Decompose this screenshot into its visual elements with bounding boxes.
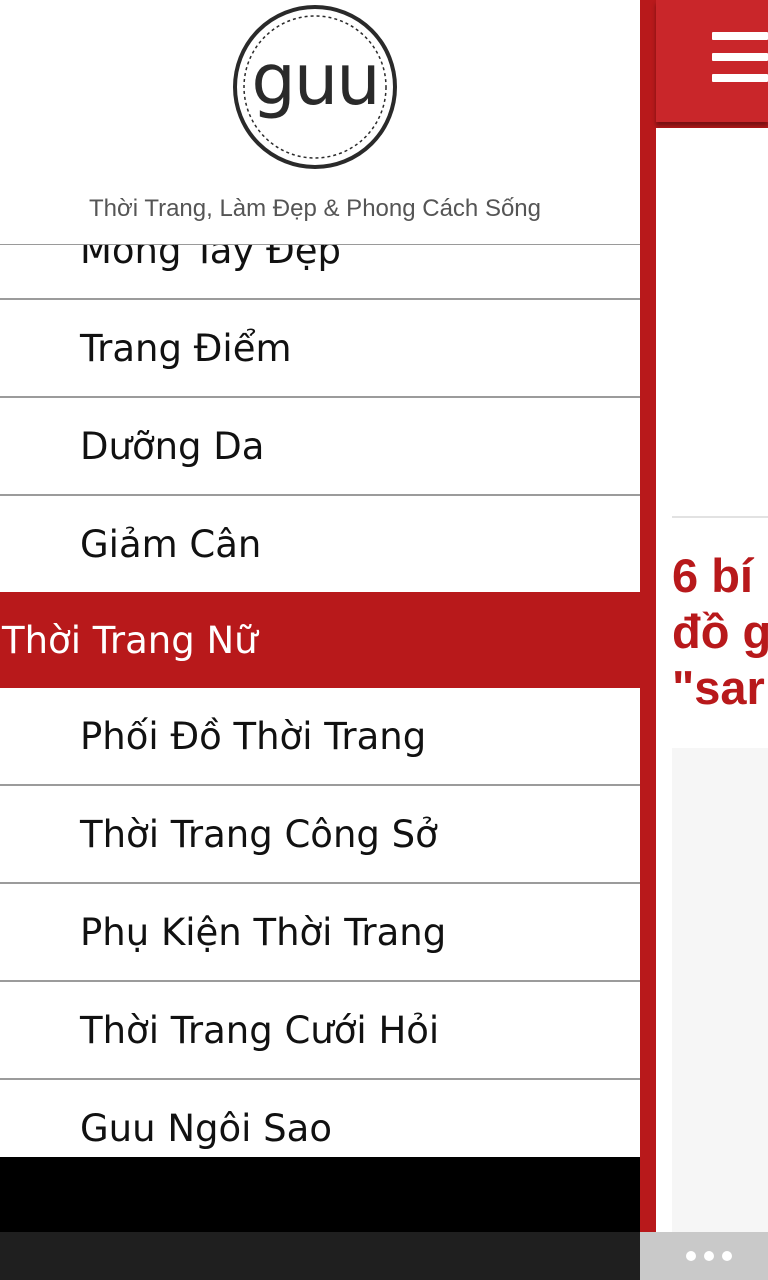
- navigation-drawer: guu Thời Trang, Làm Đẹp & Phong Cách Sốn…: [0, 0, 640, 1232]
- menu-item-label: Guu Ngôi Sao: [80, 1106, 332, 1150]
- menu-item-label: Giảm Cân: [80, 522, 262, 566]
- drawer-header: guu Thời Trang, Làm Đẹp & Phong Cách Sốn…: [0, 0, 640, 245]
- article-title-line-3: "sar: [672, 661, 765, 714]
- content-body: 6 bí đồ g "sar: [656, 128, 768, 1232]
- menu-item-label: Phối Đồ Thời Trang: [80, 714, 427, 758]
- menu-item-label: Thời Trang Cưới Hỏi: [80, 1008, 440, 1052]
- article-title-line-1: 6 bí: [672, 549, 753, 602]
- guu-logo[interactable]: guu: [232, 4, 398, 170]
- content-divider: [672, 516, 768, 518]
- content-panel: 6 bí đồ g "sar: [640, 0, 768, 1232]
- menu-item-giam-can[interactable]: Giảm Cân: [0, 496, 640, 594]
- drawer-footer: [0, 1157, 640, 1232]
- menu-item-phu-kien-thoi-trang[interactable]: Phụ Kiện Thời Trang: [0, 884, 640, 982]
- menu-item-trang-diem[interactable]: Trang Điểm: [0, 300, 640, 398]
- menu-category-thoi-trang-nu[interactable]: Thời Trang Nữ: [0, 592, 640, 688]
- logo-text: guu: [251, 39, 378, 121]
- article-title-line-2: đồ g: [672, 605, 768, 658]
- app-bar: [0, 1232, 768, 1280]
- menu-item-label: Trang Điểm: [80, 326, 292, 370]
- article-title[interactable]: 6 bí đồ g "sar: [672, 548, 768, 716]
- menu-item-label: Thời Trang Công Sở: [80, 812, 438, 856]
- content-header: [656, 0, 768, 122]
- menu-item-phoi-do-thoi-trang[interactable]: Phối Đồ Thời Trang: [0, 688, 640, 786]
- menu-item-label: Dưỡng Da: [80, 424, 265, 468]
- app-bar-overlay: [640, 1232, 768, 1280]
- ellipsis-icon[interactable]: [686, 1236, 732, 1276]
- menu-list: Móng Tay Đẹp Trang Điểm Dưỡng Da Giảm Câ…: [0, 202, 640, 1178]
- menu-item-label: Phụ Kiện Thời Trang: [80, 910, 447, 954]
- hamburger-icon[interactable]: [712, 32, 768, 84]
- brand-tagline: Thời Trang, Làm Đẹp & Phong Cách Sống: [89, 195, 541, 222]
- menu-item-thoi-trang-cong-so[interactable]: Thời Trang Công Sở: [0, 786, 640, 884]
- article-image[interactable]: [672, 748, 768, 1232]
- menu-category-label: Thời Trang Nữ: [2, 618, 258, 662]
- menu-item-duong-da[interactable]: Dưỡng Da: [0, 398, 640, 496]
- menu-item-thoi-trang-cuoi-hoi[interactable]: Thời Trang Cưới Hỏi: [0, 982, 640, 1080]
